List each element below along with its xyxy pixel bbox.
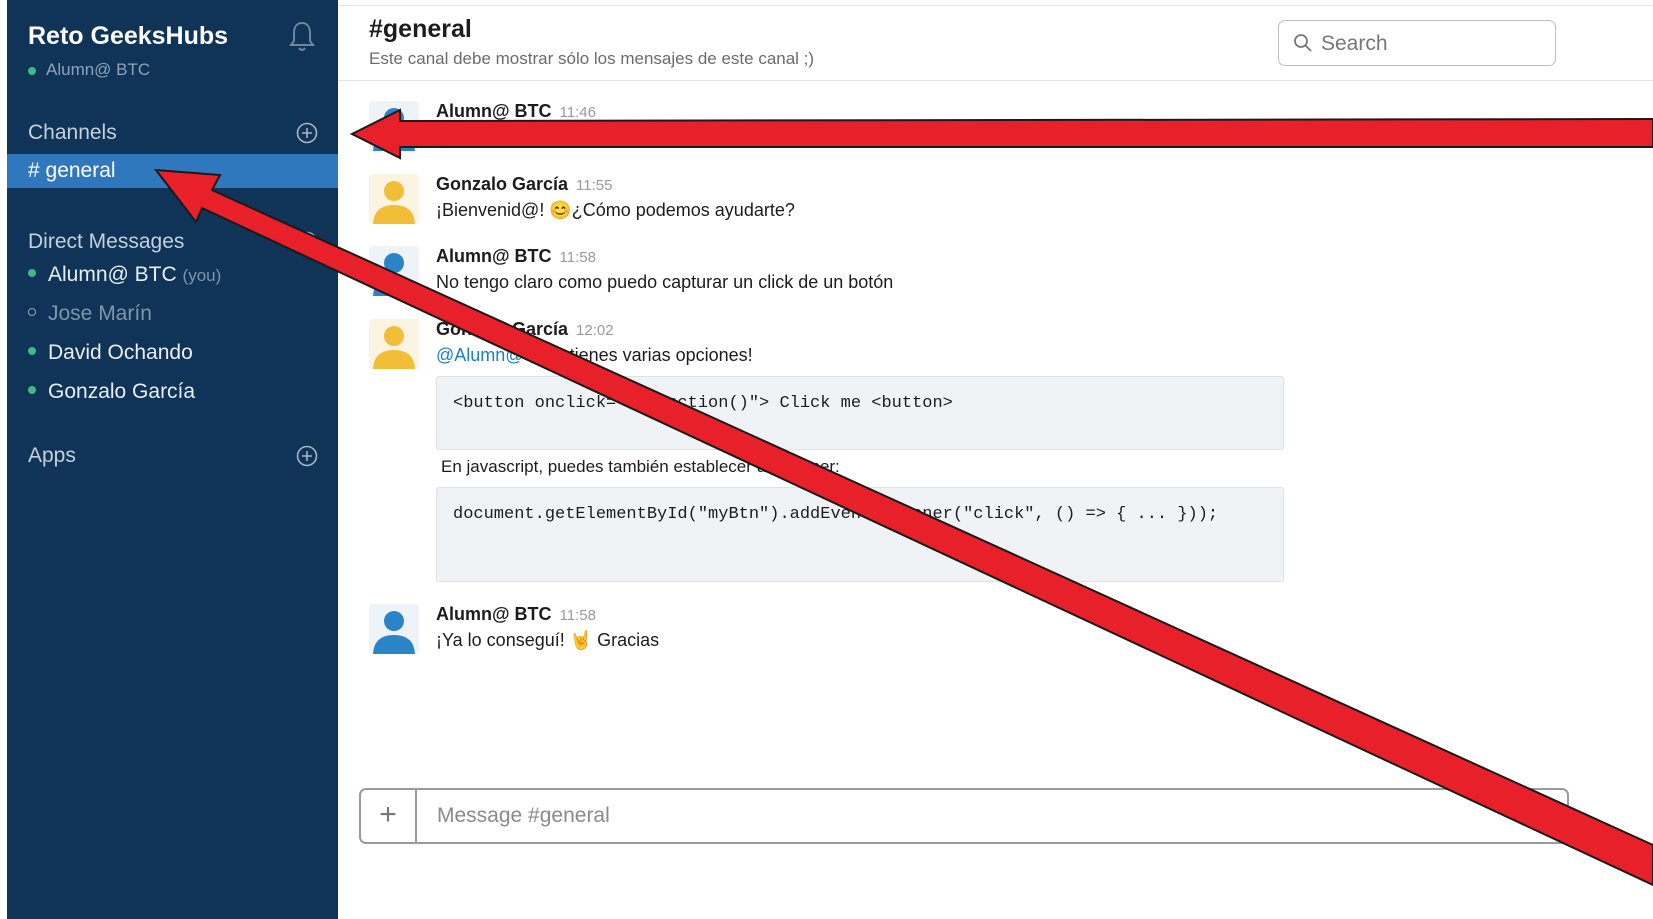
annotation-arrow-horizontal (349, 108, 1653, 160)
annotation-arrow-diagonal (153, 168, 1653, 887)
annotation-arrows (153, 108, 1653, 887)
